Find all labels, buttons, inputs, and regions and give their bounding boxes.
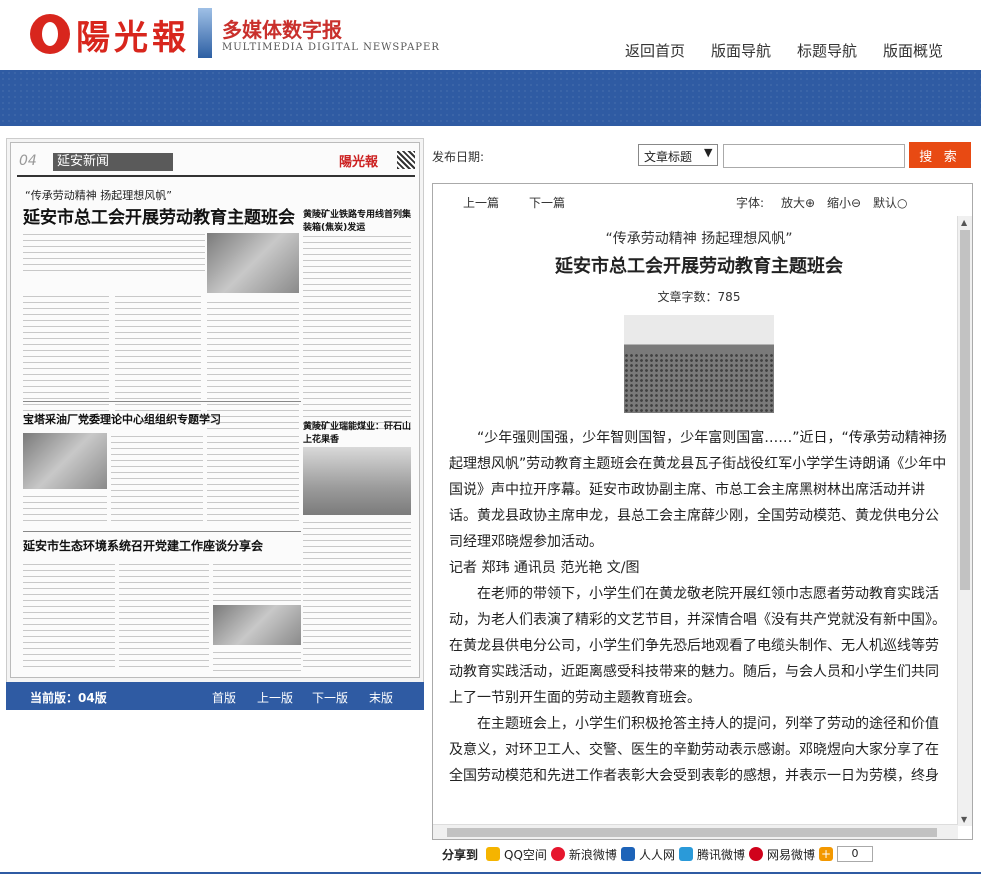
share-count: 0 bbox=[836, 846, 873, 862]
paper-text-block bbox=[207, 433, 299, 523]
previous-article-link[interactable]: 上一篇 bbox=[463, 194, 499, 211]
article-toolbar: 上一篇 下一篇 字体: 放大⊕ 缩小⊖ 默认○ bbox=[433, 184, 958, 216]
share-renren[interactable]: 人人网 bbox=[639, 846, 675, 863]
paper-story-3-title[interactable]: 延安市生态环境系统召开党建工作座谈分享会 bbox=[23, 537, 263, 554]
publish-date-label: 发布日期: bbox=[432, 150, 485, 164]
paper-photo bbox=[23, 433, 107, 489]
share-qzone[interactable]: QQ空间 bbox=[504, 846, 547, 863]
scrollbar-thumb[interactable] bbox=[447, 828, 937, 837]
next-page-link[interactable]: 下一版 bbox=[312, 689, 348, 706]
article-paragraph: 在老师的带领下，小学生们在黄龙敬老院开展红领巾志愿者劳动教育实践活动，为老人们表… bbox=[449, 586, 946, 706]
dropdown-arrow-icon[interactable]: ▼ bbox=[704, 146, 712, 159]
paper-logo: 陽光報 bbox=[339, 155, 379, 170]
paper-photo bbox=[303, 447, 411, 515]
logo-text: 陽光報 bbox=[76, 18, 190, 58]
qr-code-icon bbox=[397, 151, 415, 169]
paper-rule bbox=[23, 531, 301, 532]
search-button[interactable]: 搜 索 bbox=[909, 142, 971, 168]
paper-headline[interactable]: 延安市总工会开展劳动教育主题班会 bbox=[23, 203, 295, 228]
article-word-count: 文章字数：785 bbox=[657, 290, 741, 304]
article-title: 延安市总工会开展劳动教育主题班会 bbox=[555, 256, 843, 277]
share-sina-weibo[interactable]: 新浪微博 bbox=[569, 846, 617, 863]
header-banner bbox=[0, 70, 981, 126]
renren-icon[interactable] bbox=[620, 847, 635, 861]
article-panel: 上一篇 下一篇 字体: 放大⊕ 缩小⊖ 默认○ “传承劳动精神 扬起理想风帆” … bbox=[432, 183, 973, 840]
nav-page-navigation[interactable]: 版面导航 bbox=[711, 40, 771, 61]
paper-section-name: 延安新闻 bbox=[53, 153, 173, 171]
site-header: 陽光報 多媒体数字报 MULTIMEDIA DIGITAL NEWSPAPER … bbox=[0, 0, 981, 70]
paper-text-block bbox=[207, 299, 299, 429]
brand-subtitle: MULTIMEDIA DIGITAL NEWSPAPER bbox=[222, 42, 440, 53]
first-page-link[interactable]: 首版 bbox=[212, 689, 236, 706]
share-bar: 分享到 QQ空间 新浪微博 人人网 腾讯微博 网易微博 + 0 bbox=[442, 844, 873, 864]
font-size-label: 字体: bbox=[736, 196, 765, 210]
paper-text-block bbox=[23, 293, 109, 413]
paper-text-block bbox=[303, 233, 411, 433]
font-shrink-button[interactable]: 缩小⊖ bbox=[827, 194, 861, 211]
paper-side-title-2[interactable]: 黄陵矿业瑞能煤业：矸石山上花果香 bbox=[303, 419, 415, 445]
nav-page-overview[interactable]: 版面概览 bbox=[883, 40, 943, 61]
logo-mark bbox=[30, 14, 70, 54]
scrollbar-thumb[interactable] bbox=[960, 230, 970, 590]
share-label: 分享到 bbox=[442, 847, 479, 862]
netease-weibo-icon[interactable] bbox=[748, 847, 763, 861]
paper-masthead: 04 延安新闻 陽光報 bbox=[17, 151, 415, 173]
paper-rule bbox=[23, 401, 301, 402]
next-article-link[interactable]: 下一篇 bbox=[529, 194, 565, 211]
share-netease-weibo[interactable]: 网易微博 bbox=[767, 846, 815, 863]
nav-title-navigation[interactable]: 标题导航 bbox=[797, 40, 857, 61]
logo-divider bbox=[198, 8, 212, 58]
paper-text-block bbox=[303, 519, 411, 669]
more-share-icon[interactable]: + bbox=[818, 847, 833, 861]
newspaper-page-panel: 04 延安新闻 陽光報 “传承劳动精神 扬起理想风帆” 延安市总工会开展劳动教育… bbox=[6, 138, 424, 684]
paper-rule bbox=[17, 175, 415, 177]
paper-text-block bbox=[23, 231, 205, 275]
paper-story-2-title[interactable]: 宝塔采油厂党委理论中心组组织专题学习 bbox=[23, 411, 221, 427]
article-paragraph: 在主题班会上，小学生们积极抢答主持人的提问，列举了劳动的途径和价值及意义，对环卫… bbox=[449, 716, 939, 784]
nav-home[interactable]: 返回首页 bbox=[625, 40, 685, 61]
paper-text-block bbox=[213, 649, 301, 671]
paper-photo bbox=[213, 605, 301, 645]
weibo-icon[interactable] bbox=[550, 847, 565, 861]
scroll-down-icon[interactable]: ▼ bbox=[961, 815, 967, 824]
article-photo[interactable] bbox=[624, 315, 774, 413]
page-navigation-bar: 当前版：04版 首版 上一版 下一版 末版 bbox=[6, 682, 424, 710]
paper-text-block bbox=[119, 561, 209, 671]
vertical-scrollbar[interactable]: ▲ ▼ bbox=[957, 216, 972, 826]
paper-text-block bbox=[23, 561, 115, 671]
top-nav: 返回首页 版面导航 标题导航 版面概览 bbox=[625, 40, 943, 61]
font-enlarge-button[interactable]: 放大⊕ bbox=[781, 194, 815, 211]
search-input[interactable] bbox=[723, 144, 905, 168]
article-content: “传承劳动精神 扬起理想风帆” 延安市总工会开展劳动教育主题班会 文章字数：78… bbox=[449, 228, 949, 789]
qzone-icon[interactable] bbox=[486, 847, 501, 861]
paper-side-title-1[interactable]: 黄陵矿业铁路专用线首列集装箱(焦炭)发运 bbox=[303, 207, 415, 233]
scroll-up-icon[interactable]: ▲ bbox=[961, 218, 967, 227]
newspaper-page-image[interactable]: 04 延安新闻 陽光報 “传承劳动精神 扬起理想风帆” 延安市总工会开展劳动教育… bbox=[10, 142, 420, 678]
paper-text-block bbox=[111, 433, 203, 523]
paper-headline-sub[interactable]: “传承劳动精神 扬起理想风帆” bbox=[25, 187, 172, 203]
tencent-weibo-icon[interactable] bbox=[678, 847, 693, 861]
paper-text-block bbox=[115, 293, 201, 413]
article-paragraph: “少年强则国强，少年智则国智，少年富则国富……”近日，“传承劳动精神扬起理想风帆… bbox=[449, 430, 947, 550]
article-byline: 记者 郑玮 通讯员 范光艳 文/图 bbox=[449, 560, 640, 576]
share-tencent-weibo[interactable]: 腾讯微博 bbox=[697, 846, 745, 863]
paper-text-block bbox=[23, 493, 107, 523]
paper-photo bbox=[207, 233, 299, 293]
footer-rule bbox=[0, 872, 981, 874]
paper-page-number: 04 bbox=[19, 153, 37, 169]
current-page-label: 当前版：04版 bbox=[30, 691, 107, 705]
font-default-button[interactable]: 默认○ bbox=[873, 194, 907, 211]
last-page-link[interactable]: 末版 bbox=[369, 689, 393, 706]
horizontal-scrollbar[interactable] bbox=[433, 824, 958, 839]
article-subtitle: “传承劳动精神 扬起理想风帆” bbox=[605, 231, 793, 247]
paper-text-block bbox=[213, 561, 301, 601]
brand-title: 多媒体数字报 bbox=[222, 18, 342, 42]
previous-page-link[interactable]: 上一版 bbox=[257, 689, 293, 706]
